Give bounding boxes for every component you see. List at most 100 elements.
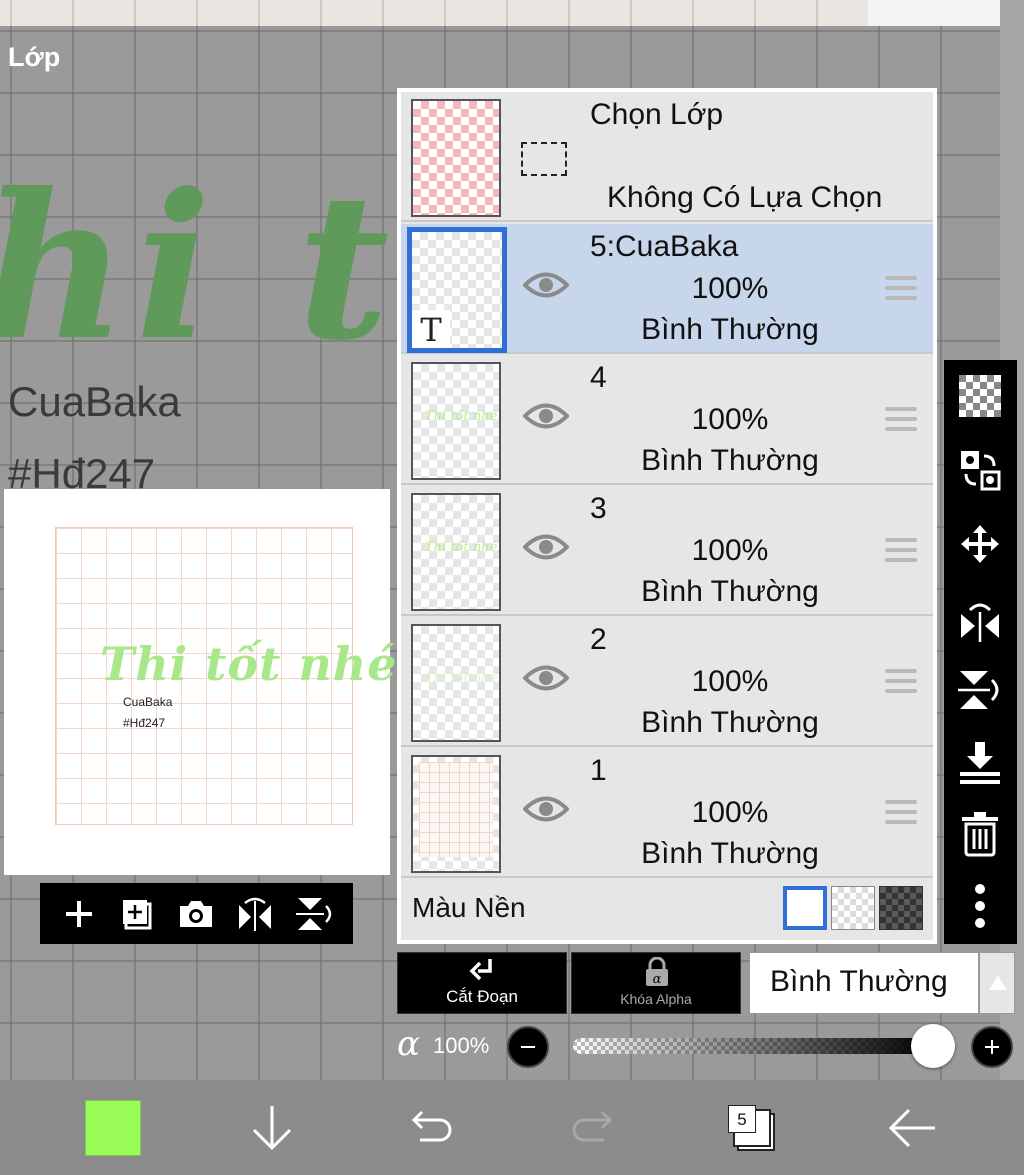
thumbnail-script-text: Thi tốt nhé! — [425, 409, 501, 424]
layer-name: 2 — [590, 623, 607, 656]
thumbnail-grid — [419, 762, 493, 857]
layer-blend-mode: Bình Thường — [641, 575, 819, 608]
drag-handle-icon[interactable] — [885, 800, 917, 824]
back-button[interactable] — [880, 1096, 944, 1160]
layer-row-5[interactable]: T 5:CuaBaka 100% Bình Thường — [401, 224, 933, 354]
layer-opacity: 100% — [691, 534, 769, 567]
background-color-label: Màu Nền — [412, 892, 526, 923]
current-color-swatch[interactable] — [85, 1100, 141, 1156]
layers-list: Chọn Lớp Không Có Lựa Chọn T 5:CuaBaka 1… — [401, 92, 933, 940]
redo-icon — [572, 1110, 613, 1142]
svg-text:α: α — [653, 972, 662, 987]
add-layer-button[interactable] — [57, 892, 101, 936]
clipping-label: Cắt Đoạn — [446, 987, 518, 1006]
layer-opacity: 100% — [691, 272, 769, 305]
eye-icon[interactable] — [523, 663, 569, 693]
drag-handle-icon[interactable] — [885, 538, 917, 562]
layer-tools-column — [944, 360, 1017, 944]
layer-thumbnail: Thi tốt nhé! — [411, 493, 501, 611]
canvas-name-text: CuaBaka — [8, 378, 181, 425]
merge-down-icon — [960, 742, 1000, 784]
selection-layer-status: Không Có Lựa Chọn — [607, 181, 883, 214]
canvas-preview[interactable]: Thi tốt nhé!!! CuaBaka #Hđ247 — [4, 489, 460, 875]
thumbnail-script-text: Thi tốt nhé! — [425, 540, 501, 555]
flip-layer-vertical-button[interactable] — [956, 666, 1004, 714]
blend-mode-dropdown-button[interactable] — [979, 952, 1015, 1014]
merge-layer-button[interactable] — [956, 446, 1004, 494]
layer-opacity: 100% — [691, 796, 769, 829]
preview-name-text: CuaBaka — [123, 695, 173, 709]
background-transparent-swatch[interactable] — [831, 886, 875, 930]
eye-icon[interactable] — [523, 401, 569, 431]
flip-vertical-icon — [958, 671, 999, 709]
layer-opacity: 100% — [691, 403, 769, 436]
preview-tag-text: #Hđ247 — [123, 716, 166, 730]
more-options-button[interactable] — [956, 882, 1004, 930]
opacity-value: 100% — [433, 1033, 490, 1058]
merge-down-button[interactable] — [956, 738, 1004, 786]
lock-icon: α — [646, 957, 668, 987]
layer-name: 5:CuaBaka — [590, 230, 739, 263]
redo-button[interactable] — [560, 1096, 624, 1160]
opacity-decrease-button[interactable] — [507, 1026, 549, 1068]
drag-handle-icon[interactable] — [885, 276, 917, 300]
thumbnail-script-text: Thi tốt nhé! — [425, 671, 501, 686]
background-color-row: Màu Nền — [401, 876, 933, 940]
bottom-toolbar: 5 — [0, 1080, 1024, 1175]
chevron-up-icon — [989, 976, 1007, 990]
opacity-increase-button[interactable] — [971, 1026, 1013, 1068]
background-white-swatch[interactable] — [783, 886, 827, 930]
move-down-button[interactable] — [240, 1096, 304, 1160]
canvas-edge — [868, 0, 1000, 26]
drag-handle-icon[interactable] — [885, 669, 917, 693]
background-dark-swatch[interactable] — [879, 886, 923, 930]
minus-icon — [521, 1046, 535, 1048]
layer-thumbnail: Thi tốt nhé! — [411, 362, 501, 480]
eye-icon[interactable] — [523, 532, 569, 562]
move-layer-button[interactable] — [956, 520, 1004, 568]
selection-rect-icon — [521, 142, 567, 176]
clipping-button[interactable]: Cắt Đoạn — [397, 952, 567, 1014]
swap-layers-icon — [961, 451, 1001, 491]
layer-row-2[interactable]: Thi tốt nhé! 2 100% Bình Thường — [401, 617, 933, 747]
blend-mode-value: Bình Thường — [770, 965, 948, 998]
layer-count: 5 — [728, 1105, 756, 1133]
layer-blend-mode: Bình Thường — [641, 444, 819, 477]
move-icon — [961, 525, 999, 563]
text-layer-icon: T — [412, 310, 450, 348]
plus-icon — [66, 900, 93, 927]
opacity-slider-thumb[interactable] — [911, 1024, 955, 1068]
layer-thumbnail: Thi tốt nhé! — [411, 624, 501, 742]
undo-icon — [411, 1110, 452, 1142]
alpha-lock-button[interactable]: α Khóa Alpha — [571, 952, 741, 1014]
eye-icon[interactable] — [523, 794, 569, 824]
eye-icon[interactable] — [523, 270, 569, 300]
undo-button[interactable] — [400, 1096, 464, 1160]
checkerboard-icon — [959, 375, 1001, 417]
flip-layer-horizontal-button[interactable] — [956, 596, 1004, 644]
trash-icon — [962, 812, 998, 857]
layer-blend-mode: Bình Thường — [641, 837, 819, 870]
clip-arrow-icon — [469, 959, 492, 981]
layer-row-4[interactable]: Thi tốt nhé! 4 100% Bình Thường — [401, 355, 933, 485]
plus-icon — [985, 1040, 999, 1054]
selection-layer-row[interactable]: Chọn Lớp Không Có Lựa Chọn — [401, 92, 933, 222]
panel-title: Lớp — [8, 42, 61, 72]
duplicate-layer-button[interactable] — [116, 892, 160, 936]
duplicate-icon — [122, 899, 152, 929]
layer-action-toolbar — [40, 883, 353, 944]
layer-blend-mode: Bình Thường — [641, 313, 819, 346]
transparency-tool-button[interactable] — [956, 372, 1004, 420]
blend-mode-select[interactable]: Bình Thường — [749, 952, 979, 1014]
opacity-slider-track[interactable] — [573, 1038, 933, 1054]
more-vertical-icon — [975, 884, 985, 928]
layer-thumbnail — [411, 755, 501, 873]
drag-handle-icon[interactable] — [885, 407, 917, 431]
delete-layer-button[interactable] — [956, 810, 1004, 858]
camera-import-button[interactable] — [174, 892, 218, 936]
layers-button[interactable]: 5 — [720, 1096, 784, 1160]
flip-horizontal-button[interactable] — [233, 892, 277, 936]
flip-vertical-button[interactable] — [292, 892, 336, 936]
layer-row-3[interactable]: Thi tốt nhé! 3 100% Bình Thường — [401, 486, 933, 616]
layer-row-1[interactable]: 1 100% Bình Thường — [401, 748, 933, 878]
